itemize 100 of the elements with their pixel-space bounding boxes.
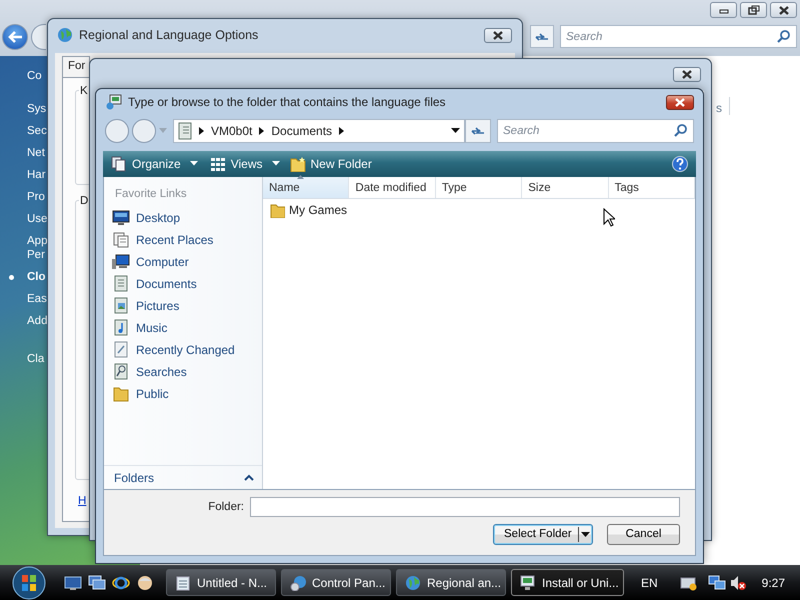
notification-icon[interactable] [680,574,698,590]
favorite-link[interactable]: Computer [107,250,262,273]
collapse-caret-icon [244,474,254,482]
dropdown-arrow-icon[interactable] [451,128,460,134]
breadcrumb[interactable]: VM0b0t [211,122,252,140]
column-header[interactable]: Name [263,176,350,198]
favorite-link[interactable]: Desktop [107,206,262,229]
column-header[interactable]: Type [436,176,522,198]
taskbar-button[interactable]: Control Pan... [281,569,391,596]
file-item[interactable]: My Games [263,198,354,221]
close-button[interactable] [666,94,694,110]
dropdown-arrow-icon [159,128,167,134]
address-bar[interactable]: VM0b0t Documents [173,118,465,143]
help-icon[interactable] [672,156,688,172]
grid-icon [210,156,226,172]
dropdown-arrow-icon [190,161,198,166]
close-button[interactable] [770,2,797,18]
browser-icon[interactable] [112,574,130,590]
favorite-link[interactable]: Recent Places [107,228,262,251]
favorite-link[interactable]: Recently Changed [107,338,262,361]
sidebar-link[interactable]: App Per [27,234,48,262]
breadcrumb-arrow-icon[interactable] [338,126,346,136]
dropdown-arrow-icon [272,161,280,166]
refresh-button[interactable] [465,118,491,143]
folder-field[interactable] [250,497,680,518]
picture-icon [112,297,130,314]
globe-icon [405,574,421,590]
windows-logo-icon [12,566,46,600]
sort-arrow-icon [297,174,304,179]
sidebar-link[interactable]: Eas [27,292,47,306]
dropdown-arrow-icon [581,532,590,538]
favorite-link[interactable]: Searches [107,360,262,383]
breadcrumb-arrow-icon[interactable] [198,126,205,136]
folder-icon [269,202,285,218]
window-title: Regional and Language Options [79,26,258,44]
taskbar-button[interactable]: Untitled - N... [166,569,276,596]
field-label: Folder: [208,500,244,515]
monitor-icon [112,209,130,226]
notepad-icon [175,574,191,590]
sidebar-link[interactable]: Co [27,69,42,83]
bullet-icon [9,275,14,280]
sidebar-link[interactable]: Sec [27,124,47,138]
muted-speaker-icon[interactable] [730,574,746,590]
network-icon[interactable] [708,574,726,590]
magnifier-icon [112,363,130,380]
search-icon [776,29,791,44]
mouse-cursor-icon [603,208,615,227]
sidebar-link[interactable]: Net [27,146,45,160]
toolbar-button[interactable]: New Folder [290,154,372,173]
favorite-link[interactable]: Music [107,316,262,339]
favorite-link[interactable]: Documents [107,272,262,295]
section-header: Favorite Links [114,186,188,202]
back-button[interactable] [2,24,28,50]
document-icon [112,275,130,292]
link-text[interactable]: s [716,99,722,117]
language-indicator[interactable]: EN [641,574,658,592]
search-field[interactable]: Search [560,25,797,48]
refresh-button[interactable] [530,25,554,48]
breadcrumb[interactable]: Documents [271,122,332,140]
toolbar-button[interactable]: Organize [111,154,198,173]
favorite-link[interactable]: Pictures [107,294,262,317]
search-icon [673,122,688,138]
sidebar-link[interactable]: Pro [27,190,45,204]
sidebar-link[interactable]: Use [27,212,48,226]
folder-icon [112,385,130,402]
figure-icon[interactable] [136,574,154,590]
computer-icon [112,253,130,270]
cancel-button[interactable]: Cancel [607,524,680,546]
music-note-icon [112,319,130,336]
document-icon [178,122,192,140]
sidebar-link[interactable]: Cla [27,352,44,366]
split-button[interactable]: Select Folder [493,524,593,546]
document-stack-icon [112,231,130,248]
column-header[interactable]: Date modified [349,176,436,198]
favorite-link[interactable]: Public [107,382,262,405]
windows-icon[interactable] [88,574,106,590]
monitor-icon[interactable] [64,574,82,590]
maximize-button[interactable] [740,2,767,18]
computer-icon [520,574,536,590]
taskbar-button[interactable]: Install or Uni... [511,569,624,596]
new-folder-icon [290,156,306,172]
breadcrumb-arrow-icon[interactable] [258,126,266,136]
taskbar-button[interactable]: Regional an... [396,569,506,596]
restore-icon [748,5,760,15]
back-arrow-icon [7,30,23,44]
clock[interactable]: 9:27 [762,574,786,592]
sidebar-link[interactable]: Add [27,314,48,328]
tab[interactable]: For [62,56,90,78]
help-link[interactable]: H [78,493,86,510]
organize-icon [111,156,127,172]
sidebar-link[interactable]: Sys [27,102,46,116]
folders-bar[interactable]: Folders [104,465,262,490]
window-title: Type or browse to the folder that contains the language files [128,94,446,112]
search-field[interactable]: Search [497,118,694,143]
sidebar-link[interactable]: Clo [27,270,46,284]
toolbar-button[interactable]: Views [210,154,280,173]
minimize-button[interactable] [710,2,737,18]
close-button[interactable] [484,28,512,42]
close-button[interactable] [673,66,701,82]
sidebar-link[interactable]: Har [27,168,46,182]
